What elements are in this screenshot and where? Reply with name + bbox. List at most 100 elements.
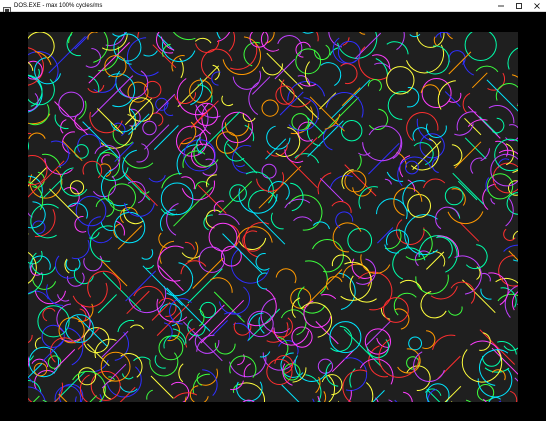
pattern-arc (374, 62, 392, 71)
maximize-icon (516, 3, 522, 9)
pattern-arc (143, 50, 158, 57)
pattern-arc (124, 202, 155, 217)
pattern-arc (448, 50, 466, 65)
pattern-arc (450, 207, 461, 219)
pattern-line (248, 207, 286, 245)
pattern-arc (399, 279, 423, 290)
pattern-arc (166, 203, 179, 236)
pattern-line (211, 320, 228, 337)
pattern-arc (28, 251, 37, 284)
pattern-arc (101, 154, 110, 164)
pattern-arc (415, 274, 449, 295)
pattern-arc (328, 32, 343, 48)
pattern-arc (228, 32, 236, 52)
dos-client-area[interactable] (0, 12, 546, 421)
pattern-arc (205, 209, 221, 229)
pattern-line (464, 137, 487, 160)
pattern-arc (28, 132, 46, 140)
pattern-arc (235, 226, 273, 247)
pattern-line (341, 87, 361, 107)
pattern-arc (480, 288, 492, 300)
dosbox-app-icon[interactable] (3, 2, 11, 15)
pattern-arc (384, 178, 392, 185)
pattern-arc (89, 225, 113, 262)
pattern-arc (225, 122, 250, 137)
dos-screen[interactable] (28, 32, 518, 402)
pattern-arc (34, 57, 61, 85)
pattern-line (43, 178, 63, 198)
pattern-arc (317, 172, 332, 195)
pattern-arc (238, 188, 278, 214)
pattern-line (222, 233, 263, 274)
pattern-circle (444, 186, 464, 206)
pattern-line (372, 390, 385, 402)
pattern-arc (87, 32, 98, 40)
pattern-arc (29, 104, 50, 126)
pattern-arc (32, 279, 57, 290)
pattern-circle (407, 194, 432, 218)
pattern-arc (359, 32, 366, 35)
pattern-line (479, 329, 516, 365)
pattern-circle (419, 133, 445, 159)
pattern-line (97, 294, 117, 314)
pattern-arc (184, 396, 187, 402)
pattern-arc (158, 232, 167, 249)
pattern-line (96, 108, 124, 135)
pattern-arc (110, 108, 136, 133)
pattern-circle (408, 336, 423, 351)
pattern-line (117, 225, 143, 250)
pattern-arc (498, 400, 502, 402)
pattern-line (155, 93, 176, 114)
pattern-arc (477, 368, 513, 398)
pattern-line (377, 227, 394, 244)
pattern-circle (290, 287, 312, 309)
pattern-arc (195, 39, 220, 53)
pattern-arc (148, 174, 166, 183)
pattern-circle (347, 228, 373, 253)
pattern-arc (482, 355, 502, 367)
pattern-circle (199, 301, 217, 319)
pattern-arc (470, 340, 502, 362)
pattern-arc (178, 363, 184, 383)
pattern-arc (46, 284, 63, 306)
pattern-arc (28, 386, 46, 402)
pattern-circle (160, 182, 194, 216)
title-bar[interactable]: DOS.EXE - max 100% cycles/ms (0, 0, 546, 15)
pattern-arc (170, 381, 190, 402)
pattern-arc (206, 174, 217, 188)
pattern-line (151, 302, 171, 321)
arc-pattern-canvas (28, 32, 518, 402)
pattern-circle (142, 120, 157, 136)
pattern-line (331, 349, 355, 373)
pattern-arc (447, 211, 484, 225)
pattern-arc (137, 32, 140, 38)
pattern-arc (507, 47, 518, 70)
close-button[interactable] (526, 0, 546, 12)
pattern-arc (387, 91, 409, 120)
pattern-arc (406, 365, 431, 391)
pattern-arc (409, 33, 421, 38)
pattern-circle (100, 351, 131, 382)
pattern-arc (230, 42, 258, 70)
pattern-arc (128, 285, 167, 314)
pattern-circle (261, 99, 279, 117)
pattern-arc (141, 248, 154, 260)
pattern-arc (173, 32, 196, 40)
pattern-arc (448, 306, 463, 316)
pattern-line (53, 349, 76, 371)
pattern-line (281, 384, 300, 402)
pattern-arc (375, 58, 388, 75)
pattern-arc (284, 198, 311, 209)
pattern-line (251, 76, 271, 95)
pattern-line (274, 58, 296, 80)
pattern-circle (247, 310, 274, 338)
pattern-arc (201, 103, 211, 135)
pattern-arc (375, 397, 379, 402)
pattern-arc (378, 339, 420, 378)
pattern-line (157, 264, 184, 292)
pattern-arc (108, 73, 136, 108)
pattern-arc (297, 121, 315, 142)
pattern-arc (34, 290, 66, 305)
pattern-arc (358, 271, 393, 311)
pattern-circle (295, 48, 322, 75)
